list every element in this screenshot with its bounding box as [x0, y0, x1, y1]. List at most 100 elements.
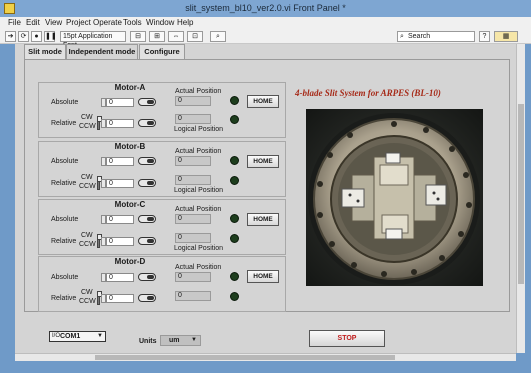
absolute-label: Absolute: [51, 216, 79, 223]
direction-switch[interactable]: [97, 176, 102, 190]
status-led: [230, 156, 239, 165]
search-input[interactable]: ⌕ Search: [397, 31, 475, 42]
motor-b-group: Motor-B Absolute 0 Relative CW CCW 0 Act…: [38, 141, 286, 197]
connector-pane-icon[interactable]: ▦: [494, 31, 518, 42]
search-placeholder: Search: [408, 33, 431, 40]
logical-position-value: 0: [175, 175, 211, 185]
logical-position-label: Logical Position: [174, 245, 224, 252]
tab-independent-mode[interactable]: Independent mode: [66, 44, 138, 60]
actual-position-value: 0: [175, 214, 211, 224]
motor-title: Motor-D: [114, 257, 146, 266]
status-led: [230, 115, 239, 124]
logical-position-value: 0: [175, 291, 211, 301]
menu-project[interactable]: Project: [66, 18, 91, 27]
motor-title: Motor-B: [114, 142, 146, 151]
logical-position-label: Logical Position: [174, 126, 224, 133]
run-continuously-icon[interactable]: ⟳: [18, 31, 29, 42]
ccw-label: CCW: [79, 298, 96, 305]
zoom-icon[interactable]: ⌕: [210, 31, 226, 42]
horizontal-scrollbar[interactable]: [15, 353, 516, 361]
logical-position-value: 0: [175, 233, 211, 243]
absolute-go-button[interactable]: [138, 215, 156, 223]
relative-input[interactable]: 0: [106, 179, 134, 188]
absolute-input[interactable]: 0: [106, 273, 134, 282]
menu-view[interactable]: View: [45, 18, 62, 27]
actual-position-value: 0: [175, 96, 211, 106]
stop-button[interactable]: STOP: [309, 330, 385, 347]
scroll-thumb[interactable]: [518, 104, 524, 284]
tab-slit-mode[interactable]: Slit mode: [24, 44, 66, 59]
distribute-icon[interactable]: ⊞: [149, 31, 165, 42]
absolute-label: Absolute: [51, 274, 79, 281]
toolbar: ➔ ⟳ ● ❚❚ 15pt Application Font ⊟ ⊞ ⇔ ⊡ ⌕…: [0, 29, 531, 49]
relative-go-button[interactable]: [138, 119, 156, 127]
search-icon: ⌕: [400, 33, 404, 40]
pause-icon[interactable]: ❚❚: [44, 31, 57, 42]
actual-position-value: 0: [175, 156, 211, 166]
logical-position-label: Logical Position: [174, 187, 224, 194]
home-button[interactable]: HOME: [247, 270, 279, 283]
status-led: [230, 234, 239, 243]
motor-d-group: Motor-D Absolute 0 Relative CW CCW 0 Act…: [38, 256, 286, 312]
reorder-icon[interactable]: ⊡: [187, 31, 203, 42]
direction-switch[interactable]: [97, 234, 102, 248]
slit-system-photo: [306, 109, 483, 286]
com-port-value: COM1: [60, 333, 81, 340]
system-title: 4-blade Slit System for ARPES (BL-10): [295, 88, 441, 98]
cw-label: CW: [81, 289, 93, 296]
relative-input[interactable]: 0: [106, 294, 134, 303]
scroll-thumb[interactable]: [95, 355, 395, 360]
units-selector[interactable]: um ▼: [160, 335, 201, 346]
menu-tools[interactable]: Tools: [123, 18, 142, 27]
tab-configure[interactable]: Configure: [139, 44, 185, 59]
title-bar: slit_system_bl10_ver2.0.vi Front Panel *: [0, 0, 531, 17]
relative-label: Relative: [51, 238, 77, 245]
run-arrow-icon[interactable]: ➔: [5, 31, 16, 42]
relative-input[interactable]: 0: [106, 237, 134, 246]
relative-input[interactable]: 0: [106, 119, 134, 128]
absolute-go-button[interactable]: [138, 157, 156, 165]
menu-help[interactable]: Help: [177, 18, 193, 27]
menu-file[interactable]: File: [8, 18, 21, 27]
ccw-label: CCW: [79, 241, 96, 248]
relative-go-button[interactable]: [138, 294, 156, 302]
cw-label: CW: [81, 114, 93, 121]
status-led: [230, 214, 239, 223]
relative-go-button[interactable]: [138, 179, 156, 187]
chevron-down-icon: ▼: [191, 337, 197, 343]
home-button[interactable]: HOME: [247, 155, 279, 168]
absolute-label: Absolute: [51, 158, 79, 165]
relative-go-button[interactable]: [138, 237, 156, 245]
direction-switch[interactable]: [97, 116, 102, 130]
absolute-input[interactable]: 0: [106, 98, 134, 107]
align-icon[interactable]: ⊟: [130, 31, 146, 42]
ccw-label: CCW: [79, 123, 96, 130]
relative-label: Relative: [51, 120, 77, 127]
help-icon[interactable]: ?: [479, 31, 490, 42]
actual-position-label: Actual Position: [175, 148, 222, 155]
vertical-scrollbar[interactable]: [516, 44, 525, 353]
actual-position-label: Actual Position: [175, 88, 222, 95]
status-led: [230, 96, 239, 105]
absolute-go-button[interactable]: [138, 273, 156, 281]
resize-icon[interactable]: ⇔: [168, 31, 184, 42]
units-label: Units: [139, 338, 157, 345]
status-led: [230, 292, 239, 301]
font-selector[interactable]: 15pt Application Font: [60, 31, 126, 49]
menu-edit[interactable]: Edit: [26, 18, 40, 27]
menu-window[interactable]: Window: [146, 18, 174, 27]
absolute-input[interactable]: 0: [106, 157, 134, 166]
motor-a-group: Motor-A Absolute 0 Relative CW CCW 0 Act…: [38, 82, 286, 138]
home-button[interactable]: HOME: [247, 213, 279, 226]
abort-icon[interactable]: ●: [31, 31, 42, 42]
absolute-go-button[interactable]: [138, 98, 156, 106]
relative-label: Relative: [51, 295, 77, 302]
visa-icon: I/O: [52, 333, 61, 339]
menu-operate[interactable]: Operate: [93, 18, 122, 27]
units-value: um: [169, 337, 180, 344]
logical-position-value: 0: [175, 114, 211, 124]
absolute-input[interactable]: 0: [106, 215, 134, 224]
home-button[interactable]: HOME: [247, 95, 279, 108]
com-port-selector[interactable]: I/O COM1 ▼: [49, 331, 106, 342]
direction-switch[interactable]: [97, 291, 102, 305]
